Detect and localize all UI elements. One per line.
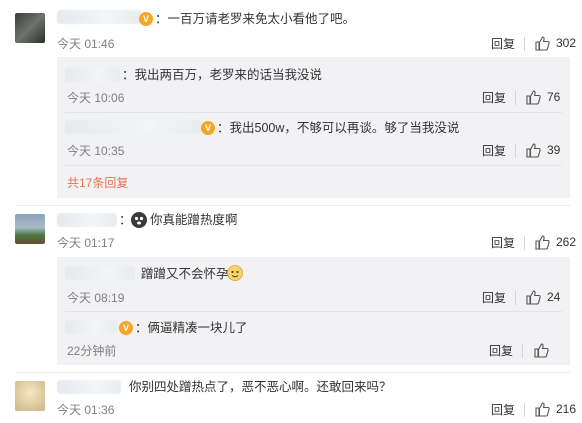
divider [15,205,570,206]
reply-button[interactable]: 回复 [491,403,515,417]
like-count: 216 [556,402,577,416]
like-count: 262 [556,235,577,249]
thumb-up-icon [526,143,541,158]
like-button[interactable]: 216 [534,401,576,417]
comment-text: ：一百万请老罗来免太小看他了吧。 [155,12,356,26]
avatar[interactable] [15,381,45,411]
divider [515,144,516,158]
divider [524,236,525,250]
like-count: 39 [547,143,561,157]
reply-text: 蹭蹭又不会怀孕 [141,267,229,281]
colon: ： [119,213,132,227]
comment-time: 今天 01:36 [57,403,115,417]
divider [524,403,525,417]
username-blurred[interactable] [65,320,117,334]
reply-text: ：我出500w，不够可以再谈。够了当我没说 [217,121,460,135]
v-badge-icon: V [201,121,215,135]
comment-text: 你别四处蹭热点了，恶不恶心啊。还敢回来吗？ [129,380,392,394]
like-button[interactable]: 76 [525,89,560,105]
reply-button[interactable]: 回复 [482,144,506,158]
username-blurred[interactable] [65,120,201,134]
thumb-up-icon [535,402,550,417]
like-button[interactable]: 39 [525,142,560,158]
thumb-up-icon [534,343,549,358]
divider [515,91,516,105]
v-badge-icon: V [139,12,153,26]
comment-text: 你真能蹭热度啊 [150,213,238,227]
reply-time: 今天 10:06 [67,91,125,105]
reply-time: 22分钟前 [67,344,117,358]
thumb-up-icon [535,36,550,51]
username-blurred[interactable] [57,380,121,394]
reply-button[interactable]: 回复 [491,236,515,250]
thumb-up-icon [526,90,541,105]
divider [65,112,562,113]
reply-text: ：我出两百万，老罗来的话当我没说 [122,68,323,82]
divider [524,37,525,51]
divider [15,372,570,373]
username-blurred[interactable] [65,266,135,280]
thumb-up-icon [526,290,541,305]
divider [515,291,516,305]
reply-button[interactable]: 回复 [482,291,506,305]
divider [65,311,562,312]
comment-time: 今天 01:17 [57,236,115,250]
v-badge-icon: V [119,321,133,335]
more-replies-link[interactable]: 共17条回复 [67,176,128,190]
reply-button[interactable]: 回复 [491,37,515,51]
like-button[interactable]: 262 [534,234,576,250]
like-button[interactable]: 302 [534,35,576,51]
divider [522,344,523,358]
emoji-icon [131,212,147,228]
avatar[interactable] [15,13,45,43]
divider [65,165,562,166]
like-count: 24 [547,290,561,304]
username-blurred[interactable] [57,10,141,24]
like-button[interactable]: 24 [525,289,560,305]
comment-time: 今天 01:46 [57,37,115,51]
reply-button[interactable]: 回复 [489,344,513,358]
username-blurred[interactable] [65,68,120,82]
emoji-icon [227,265,243,281]
like-button[interactable] [533,342,549,358]
reply-text: ：俩逼精凑一块儿了 [135,321,248,335]
avatar[interactable] [15,214,45,244]
thumb-up-icon [535,235,550,250]
username-blurred[interactable] [57,213,117,227]
like-count: 302 [556,36,577,50]
reply-time: 今天 10:35 [67,144,125,158]
like-count: 76 [547,90,561,104]
reply-button[interactable]: 回复 [482,91,506,105]
reply-time: 今天 08:19 [67,291,125,305]
